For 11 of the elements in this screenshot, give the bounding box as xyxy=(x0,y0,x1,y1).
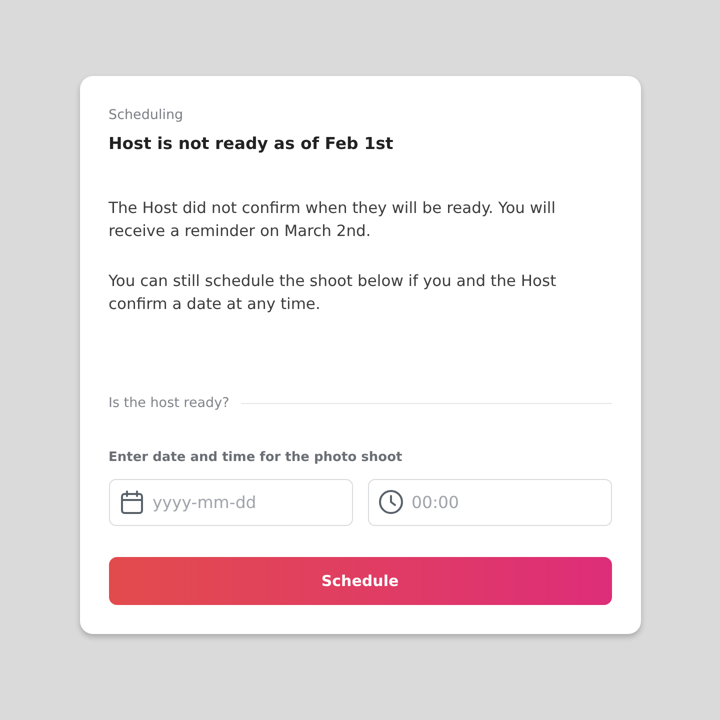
section-label: Scheduling xyxy=(108,106,184,124)
body-paragraph: The Host did not confirm when they will be ready. You will receive a reminder on March 2nd. xyxy=(108,198,557,242)
calendar-icon xyxy=(120,490,144,514)
schedule-button[interactable]: Schedule xyxy=(108,557,612,605)
date-field[interactable]: yyyy-mm-dd xyxy=(108,479,352,526)
time-field[interactable]: 00:00 xyxy=(368,479,612,526)
divider-label: Is the host ready? xyxy=(108,394,230,412)
clock-icon xyxy=(378,490,402,514)
card-title: Host is not ready as of Feb 1st xyxy=(108,133,394,155)
form-label: Enter date and time for the photo shoot xyxy=(108,449,404,467)
body-paragraph: You can still schedule the shoot below if you and the Host confirm a date at any time. xyxy=(108,271,558,315)
